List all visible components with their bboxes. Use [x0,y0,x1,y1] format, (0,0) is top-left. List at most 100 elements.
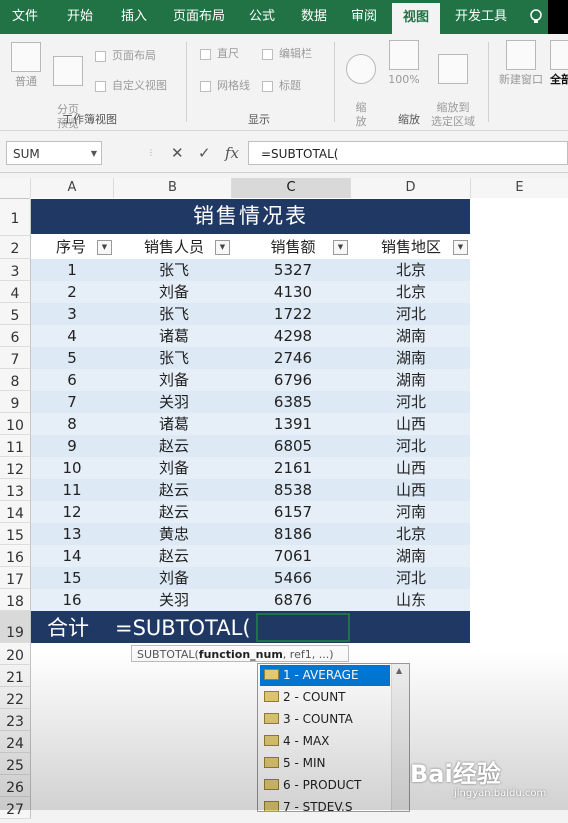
row-header-25[interactable]: 25 [0,753,31,775]
cell-seq[interactable]: 2 [42,281,102,303]
tab-formulas[interactable]: 公式 [240,0,284,34]
cell-region[interactable]: 河北 [361,435,461,457]
cell-region[interactable]: 山东 [361,589,461,611]
cell-region[interactable]: 山西 [361,457,461,479]
column-header-c[interactable]: C [232,178,351,200]
insert-function-icon[interactable]: fx [225,141,239,165]
cell-sales[interactable]: 6157 [253,501,333,523]
row-header-16[interactable]: 16 [0,545,31,567]
row-header-21[interactable]: 21 [0,665,31,687]
autocomplete-item[interactable]: 5 - MIN [260,753,390,774]
zoom-to-selection-button[interactable]: 缩放到 选定区域 [425,40,481,129]
column-header-d[interactable]: D [351,178,471,199]
cell-seq[interactable]: 12 [42,501,102,523]
filter-dropdown-icon[interactable]: ▼ [215,240,230,255]
column-header-b[interactable]: B [114,178,232,199]
cell-sales[interactable]: 1722 [253,303,333,325]
filter-dropdown-icon[interactable]: ▼ [453,240,468,255]
tab-developer[interactable]: 开发工具 [446,0,516,34]
tab-page-layout[interactable]: 页面布局 [164,0,234,34]
row-header-15[interactable]: 15 [0,523,31,545]
cell-region[interactable]: 北京 [361,523,461,545]
row-header-17[interactable]: 17 [0,567,31,589]
row-header-1[interactable]: 1 [0,199,31,236]
cell-sales[interactable]: 5466 [253,567,333,589]
cell-seq[interactable]: 3 [42,303,102,325]
row-header-7[interactable]: 7 [0,347,31,369]
cell-salesperson[interactable]: 赵云 [129,501,219,523]
header-salesperson[interactable]: 销售人员 [129,236,219,258]
cell-salesperson[interactable]: 刘备 [129,567,219,589]
cell-region[interactable]: 湖南 [361,347,461,369]
normal-view-button[interactable]: 普通 [8,42,44,89]
cell-region[interactable]: 山西 [361,413,461,435]
cell-seq[interactable]: 11 [42,479,102,501]
row-header-5[interactable]: 5 [0,303,31,325]
cell-sales[interactable]: 1391 [253,413,333,435]
row-header-24[interactable]: 24 [0,731,31,753]
row-header-14[interactable]: 14 [0,501,31,523]
cell-region[interactable]: 湖南 [361,545,461,567]
cell-salesperson[interactable]: 黄忠 [129,523,219,545]
name-box[interactable]: SUM ▼ [6,141,102,165]
cell-seq[interactable]: 5 [42,347,102,369]
function-num-autocomplete[interactable]: 1 - AVERAGE 2 - COUNT 3 - COUNTA 4 - MAX 5 -… [257,663,410,812]
cell-sales[interactable]: 4130 [253,281,333,303]
custom-views-button[interactable]: 自定义视图 [95,78,167,94]
cell-region[interactable]: 河北 [361,567,461,589]
ruler-checkbox[interactable]: 直尺 [200,46,239,62]
cell-sales[interactable]: 8186 [253,523,333,545]
cell-region[interactable]: 北京 [361,259,461,281]
cancel-icon[interactable]: ✕ [171,141,184,165]
cell-sales[interactable]: 6876 [253,589,333,611]
row-header-8[interactable]: 8 [0,369,31,391]
cell-region[interactable]: 河南 [361,501,461,523]
column-header-a[interactable]: A [31,178,114,199]
cell-salesperson[interactable]: 赵云 [129,479,219,501]
tab-insert[interactable]: 插入 [110,0,158,34]
cell-region[interactable]: 河北 [361,391,461,413]
row-header-26[interactable]: 26 [0,775,31,797]
lightbulb-icon[interactable] [526,0,546,34]
zoom-100-button[interactable]: 100% [386,40,422,87]
total-label[interactable]: 合计 [47,611,89,643]
row-header-2[interactable]: 2 [0,236,31,259]
dropdown-scrollbar[interactable]: ▲ [391,664,409,811]
autocomplete-item[interactable]: 4 - MAX [260,731,390,752]
new-window-button[interactable]: 新建窗口 [494,40,548,87]
cell-salesperson[interactable]: 张飞 [129,259,219,281]
cell-salesperson[interactable]: 刘备 [129,369,219,391]
tab-file[interactable]: 文件 [0,0,50,34]
autocomplete-item[interactable]: 1 - AVERAGE [260,665,390,686]
cell-salesperson[interactable]: 赵云 [129,545,219,567]
total-formula[interactable]: =SUBTOTAL( [115,611,251,643]
tab-home[interactable]: 开始 [54,0,106,34]
tooltip-arg1[interactable]: function_num [199,648,283,661]
cell-seq[interactable]: 8 [42,413,102,435]
enter-check-icon[interactable]: ✓ [198,141,211,165]
row-header-6[interactable]: 6 [0,325,31,347]
cell-seq[interactable]: 7 [42,391,102,413]
cell-sales[interactable]: 4298 [253,325,333,347]
cell-region[interactable]: 湖南 [361,325,461,347]
cell-seq[interactable]: 1 [42,259,102,281]
cell-sales[interactable]: 6805 [253,435,333,457]
cell-seq[interactable]: 4 [42,325,102,347]
cell-sales[interactable]: 8538 [253,479,333,501]
cell-salesperson[interactable]: 关羽 [129,589,219,611]
row-header-12[interactable]: 12 [0,457,31,479]
cell-region[interactable]: 湖南 [361,369,461,391]
tab-review[interactable]: 审阅 [342,0,386,34]
cell-salesperson[interactable]: 诸葛 [129,325,219,347]
row-header-3[interactable]: 3 [0,259,31,281]
cell-seq[interactable]: 15 [42,567,102,589]
cell-salesperson[interactable]: 刘备 [129,457,219,479]
formula-bar-checkbox[interactable]: 编辑栏 [262,46,312,62]
cell-salesperson[interactable]: 诸葛 [129,413,219,435]
row-header-23[interactable]: 23 [0,709,31,731]
cell-sales[interactable]: 2161 [253,457,333,479]
page-layout-button[interactable]: 页面布局 [95,48,156,64]
autocomplete-item[interactable]: 3 - COUNTA [260,709,390,730]
formula-input[interactable]: =SUBTOTAL( [248,141,568,165]
cell-sales[interactable]: 6796 [253,369,333,391]
